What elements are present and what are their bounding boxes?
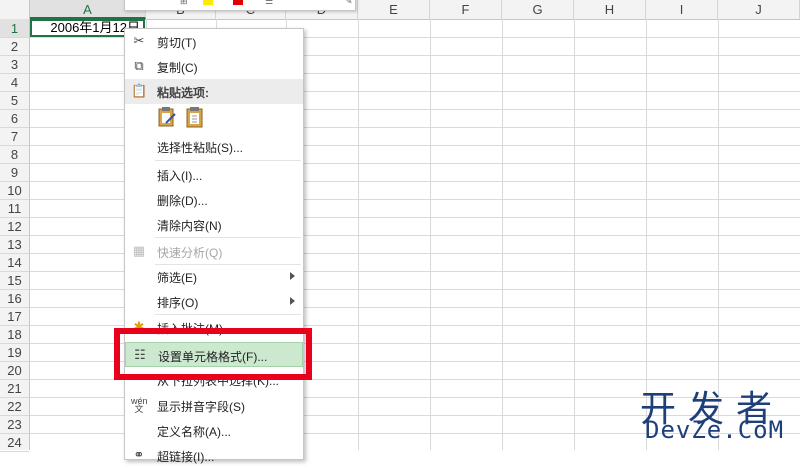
- pencil-icon[interactable]: ✎: [345, 0, 353, 7]
- row-header[interactable]: 9: [0, 163, 29, 182]
- row-header[interactable]: 11: [0, 199, 29, 218]
- menu-label: 显示拼音字段(S): [157, 400, 245, 414]
- row-header-bar: 1 2 3 4 5 6 7 8 9 10 11 12 13 14 15 16 1…: [0, 19, 30, 452]
- menu-label: 定义名称(A)...: [157, 425, 231, 439]
- menu-item-quick-analysis[interactable]: ▦ 快速分析(Q): [125, 239, 303, 264]
- menu-section-paste-options: 📋 粘贴选项:: [125, 79, 303, 104]
- paste-formatting-icon[interactable]: [157, 106, 177, 128]
- column-header-j[interactable]: J: [718, 0, 800, 19]
- menu-label: 剪切(T): [157, 36, 197, 50]
- column-header-bar: A B C D E F G H I J: [0, 0, 800, 20]
- row-header[interactable]: 10: [0, 181, 29, 200]
- watermark-english: DevZe.CoM: [645, 416, 785, 444]
- menu-label: 删除(D)...: [157, 194, 208, 208]
- copy-icon: ⧉: [134, 58, 144, 73]
- row-header[interactable]: 24: [0, 433, 29, 452]
- menu-label: 清除内容(N): [157, 219, 222, 233]
- row-header[interactable]: 13: [0, 235, 29, 254]
- menu-item-delete[interactable]: 删除(D)...: [125, 187, 303, 212]
- row-header[interactable]: 20: [0, 361, 29, 380]
- annotation-highlight-box: [114, 328, 312, 380]
- row-header[interactable]: 4: [0, 73, 29, 92]
- font-color-swatch[interactable]: [233, 0, 243, 5]
- row-header[interactable]: 23: [0, 415, 29, 434]
- menu-item-show-phonetic[interactable]: wén 文 显示拼音字段(S): [125, 393, 303, 418]
- menu-item-copy[interactable]: ⧉ 复制(C): [125, 54, 303, 79]
- column-header-g[interactable]: G: [502, 0, 574, 19]
- clipboard-icon: 📋: [131, 83, 148, 98]
- row-header[interactable]: 12: [0, 217, 29, 236]
- scissors-icon: ✂: [133, 33, 145, 48]
- row-header[interactable]: 14: [0, 253, 29, 272]
- column-header-f[interactable]: F: [430, 0, 502, 19]
- quick-analysis-icon: ▦: [132, 243, 146, 258]
- row-header[interactable]: 8: [0, 145, 29, 164]
- submenu-arrow-icon: [290, 297, 295, 305]
- menu-label: 快速分析(Q): [157, 246, 223, 260]
- hyperlink-icon: ⚭: [133, 447, 145, 462]
- row-header[interactable]: 19: [0, 343, 29, 362]
- menu-item-sort[interactable]: 排序(O): [125, 289, 303, 314]
- menu-item-filter[interactable]: 筛选(E): [125, 264, 303, 289]
- menu-label: 选择性粘贴(S)...: [157, 141, 243, 155]
- paste-options-row: [125, 106, 303, 136]
- fill-color-swatch[interactable]: [203, 0, 213, 5]
- row-header[interactable]: 17: [0, 307, 29, 326]
- row-header[interactable]: 2: [0, 37, 29, 56]
- row-header[interactable]: 5: [0, 91, 29, 110]
- row-header[interactable]: 21: [0, 379, 29, 398]
- menu-item-paste-special[interactable]: 选择性粘贴(S)...: [125, 134, 303, 159]
- menu-label: 排序(O): [157, 296, 199, 310]
- menu-label: 粘贴选项:: [157, 86, 209, 100]
- column-header-e[interactable]: E: [358, 0, 430, 19]
- submenu-arrow-icon: [290, 272, 295, 280]
- menu-label: 超链接(I)...: [157, 450, 215, 464]
- menu-label: 插入(I)...: [157, 169, 203, 183]
- row-header[interactable]: 3: [0, 55, 29, 74]
- menu-divider: [155, 160, 301, 161]
- menu-label: 复制(C): [157, 61, 198, 75]
- menu-item-insert[interactable]: 插入(I)...: [125, 162, 303, 187]
- menu-label: 筛选(E): [157, 271, 197, 285]
- menu-item-hyperlink[interactable]: ⚭ 超链接(I)...: [125, 443, 303, 468]
- row-header[interactable]: 1: [0, 19, 29, 38]
- menu-divider: [155, 237, 301, 238]
- paste-icon[interactable]: [185, 106, 205, 128]
- menu-item-define-name[interactable]: 定义名称(A)...: [125, 418, 303, 443]
- context-menu: ✂ 剪切(T) ⧉ 复制(C) 📋 粘贴选项: 选择性粘贴(S)... 插入(I…: [124, 28, 304, 464]
- mini-toolbar: ⊞ ☰ ✎: [124, 0, 356, 11]
- format-painter-icon[interactable]: ☰: [265, 0, 273, 7]
- menu-item-clear-contents[interactable]: 清除内容(N): [125, 212, 303, 237]
- row-header[interactable]: 22: [0, 397, 29, 416]
- column-header-h[interactable]: H: [574, 0, 646, 19]
- select-all-corner[interactable]: [0, 0, 30, 19]
- row-header[interactable]: 18: [0, 325, 29, 344]
- menu-item-cut[interactable]: ✂ 剪切(T): [125, 29, 303, 54]
- column-header-i[interactable]: I: [646, 0, 718, 19]
- phonetic-icon: wén 文: [131, 396, 148, 414]
- border-icon[interactable]: ⊞: [180, 0, 188, 7]
- row-header[interactable]: 6: [0, 109, 29, 128]
- row-header[interactable]: 7: [0, 127, 29, 146]
- row-header[interactable]: 16: [0, 289, 29, 308]
- row-header[interactable]: 15: [0, 271, 29, 290]
